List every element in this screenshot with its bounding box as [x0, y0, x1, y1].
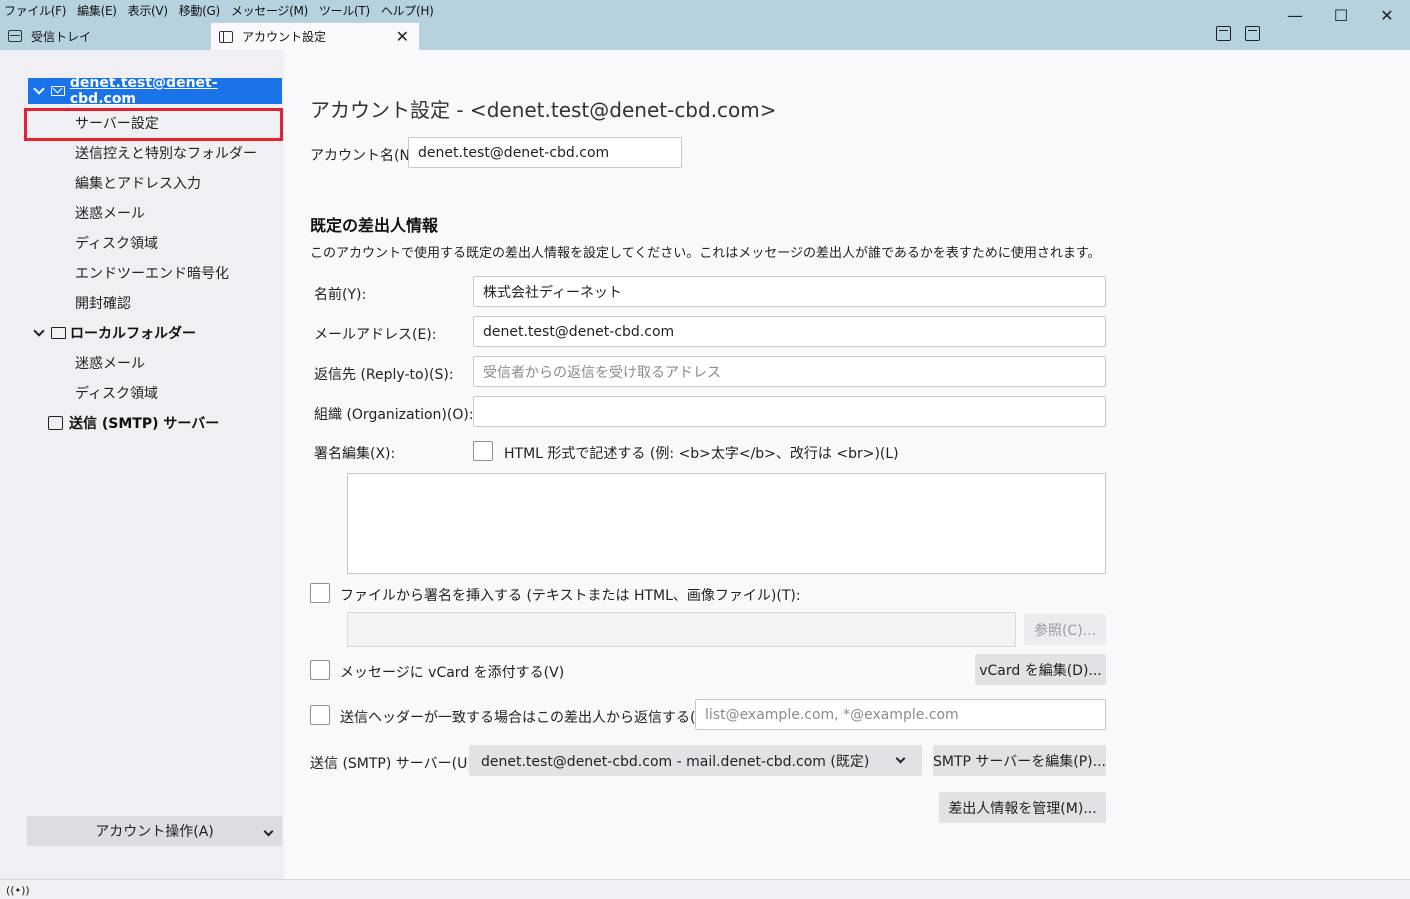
signature-file-label: ファイルから署名を挿入する (テキストまたは HTML、画像ファイル)(T):	[340, 588, 801, 604]
html-signature-label: HTML 形式で記述する (例: <b>太字</b>、改行は <br>)(L)	[504, 446, 899, 462]
menu-file[interactable]: ファイル(F)	[4, 2, 66, 19]
smtp-server-value: denet.test@denet-cbd.com - mail.denet-cb…	[481, 753, 870, 770]
tab-close-icon[interactable]: ✕	[396, 27, 409, 46]
account-tree-sidebar: denet.test@denet-cbd.com サーバー設定 送信控えと特別な…	[0, 50, 284, 879]
name-label: 名前(Y):	[314, 287, 367, 303]
account-name-label: アカウント名(N):	[310, 148, 421, 164]
local-folders-label: ローカルフォルダー	[70, 326, 196, 342]
tree-item-composition[interactable]: 編集とアドレス入力	[75, 168, 201, 198]
edit-vcard-button[interactable]: vCard を編集(D)...	[975, 654, 1106, 685]
browse-button[interactable]: 参照(C)...	[1024, 614, 1106, 645]
reply-to-label: 返信先 (Reply-to)(S):	[314, 367, 454, 383]
signature-textarea[interactable]	[347, 473, 1106, 574]
tree-item-local-junk[interactable]: 迷惑メール	[75, 348, 145, 378]
account-actions-button[interactable]: アカウント操作(A)	[27, 816, 282, 846]
smtp-tree-label: 送信 (SMTP) サーバー	[69, 416, 220, 432]
manage-identities-button[interactable]: 差出人情報を管理(M)...	[939, 792, 1106, 823]
tree-item-junk[interactable]: 迷惑メール	[75, 198, 145, 228]
account-settings-panel: アカウント設定 - <denet.test@denet-cbd.com> アカウ…	[284, 50, 1410, 879]
signature-file-checkbox[interactable]	[310, 583, 330, 603]
signature-label: 署名編集(X):	[314, 446, 396, 462]
tab-strip: 受信トレイ アカウント設定 ✕	[0, 22, 420, 50]
email-input[interactable]: denet.test@denet-cbd.com	[473, 316, 1106, 347]
menu-bar: ファイル(F) 編集(E) 表示(V) 移動(G) メッセージ(M) ツール(T…	[0, 0, 444, 20]
menu-help[interactable]: ヘルプ(H)	[381, 2, 434, 19]
maximize-button[interactable]: ☐	[1318, 0, 1364, 30]
page-title: アカウント設定 - <denet.test@denet-cbd.com>	[310, 98, 777, 122]
tree-item-local-folders[interactable]: ローカルフォルダー	[33, 318, 196, 348]
section-title: 既定の差出人情報	[310, 216, 439, 235]
outgoing-server-icon	[48, 416, 63, 430]
account-name-input[interactable]: denet.test@denet-cbd.com	[408, 137, 682, 168]
tasks-icon[interactable]	[1245, 26, 1260, 41]
chevron-down-icon	[895, 753, 906, 764]
tree-item-e2e-encryption[interactable]: エンドツーエンド暗号化	[75, 258, 229, 288]
tree-item-local-disk-space[interactable]: ディスク領域	[75, 378, 158, 408]
settings-tab-icon	[219, 30, 233, 43]
tree-item-copies-folders[interactable]: 送信控えと特別なフォルダー	[75, 138, 257, 168]
chevron-down-icon[interactable]	[33, 325, 45, 337]
account-actions-label: アカウント操作(A)	[95, 824, 214, 840]
folder-icon	[51, 327, 66, 339]
account-tree-label: denet.test@denet-cbd.com	[69, 75, 218, 107]
menu-go[interactable]: 移動(G)	[179, 2, 220, 19]
section-description: このアカウントで使用する既定の差出人情報を設定してください。これはメッセージの差…	[310, 246, 1101, 261]
vcard-checkbox[interactable]	[310, 660, 330, 680]
tree-item-return-receipts[interactable]: 開封確認	[75, 288, 131, 318]
title-bar: ファイル(F) 編集(E) 表示(V) 移動(G) メッセージ(M) ツール(T…	[0, 0, 1410, 50]
html-signature-checkbox[interactable]	[473, 441, 493, 461]
name-input[interactable]: 株式会社ディーネット	[473, 276, 1106, 307]
minimize-button[interactable]: —	[1272, 0, 1318, 30]
menu-edit[interactable]: 編集(E)	[77, 2, 117, 19]
tab-account-settings[interactable]: アカウント設定 ✕	[210, 22, 420, 50]
menu-view[interactable]: 表示(V)	[128, 2, 168, 19]
signature-file-path-input[interactable]	[347, 612, 1016, 647]
tab-inbox-label: 受信トレイ	[31, 29, 92, 44]
tab-inbox[interactable]: 受信トレイ	[0, 22, 210, 50]
chevron-down-icon	[263, 826, 274, 837]
close-window-button[interactable]: ✕	[1364, 0, 1410, 30]
organization-label: 組織 (Organization)(O):	[314, 407, 474, 423]
tab-toolbar	[1216, 26, 1260, 41]
smtp-server-select[interactable]: denet.test@denet-cbd.com - mail.denet-cb…	[469, 745, 922, 776]
calendar-icon[interactable]	[1216, 26, 1231, 41]
edit-smtp-button[interactable]: SMTP サーバーを編集(P)...	[933, 745, 1106, 776]
organization-input[interactable]	[473, 396, 1106, 427]
menu-message[interactable]: メッセージ(M)	[231, 2, 308, 19]
status-bar: ((•))	[0, 879, 1410, 899]
tree-item-disk-space[interactable]: ディスク領域	[75, 228, 158, 258]
email-label: メールアドレス(E):	[314, 327, 437, 343]
vcard-label: メッセージに vCard を添付する(V)	[340, 665, 565, 681]
account-tree-item[interactable]: denet.test@denet-cbd.com	[28, 75, 282, 107]
inbox-icon	[8, 30, 22, 42]
reply-from-checkbox[interactable]	[310, 705, 330, 725]
menu-tools[interactable]: ツール(T)	[319, 2, 370, 19]
tab-account-settings-label: アカウント設定	[242, 30, 327, 44]
tree-item-server-settings[interactable]: サーバー設定	[75, 108, 159, 138]
reply-from-input[interactable]: list@example.com, *@example.com	[695, 699, 1106, 730]
smtp-label: 送信 (SMTP) サーバー(U):	[310, 756, 478, 772]
reply-to-input[interactable]: 受信者からの返信を受け取るアドレス	[473, 356, 1106, 387]
connection-status-icon: ((•))	[6, 884, 30, 897]
tree-item-smtp[interactable]: 送信 (SMTP) サーバー	[48, 408, 219, 438]
chevron-down-icon[interactable]	[33, 83, 45, 95]
reply-from-label: 送信ヘッダーが一致する場合はこの差出人から返信する(D):	[340, 710, 717, 726]
window-controls: — ☐ ✕	[1272, 0, 1410, 30]
mail-account-icon	[50, 86, 65, 96]
